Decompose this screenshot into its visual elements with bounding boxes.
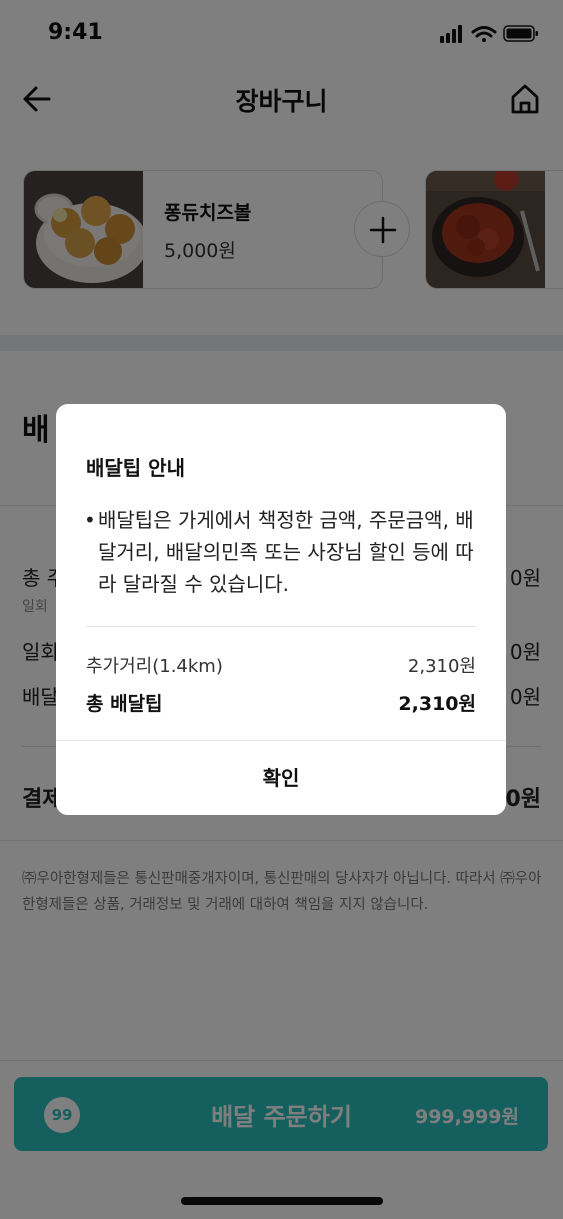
dialog-title: 배달팁 안내 [86,456,185,480]
delivery-tip-dialog: 배달팁 안내 • 배달팁은 가게에서 책정한 금액, 주문금액, 배달거리, 배… [56,404,506,815]
extra-distance-value: 2,310원 [407,656,476,677]
divider [86,626,476,627]
total-tip-label: 총 배달팁 [86,693,163,715]
confirm-button[interactable]: 확인 [56,741,506,815]
dialog-body: 배달팁은 가게에서 책정한 금액, 주문금액, 배달거리, 배달의민족 또는 사… [98,508,474,596]
extra-distance-label: 추가거리(1.4km) [86,656,223,677]
bullet-icon: • [84,508,96,532]
total-tip-value: 2,310원 [398,693,476,715]
